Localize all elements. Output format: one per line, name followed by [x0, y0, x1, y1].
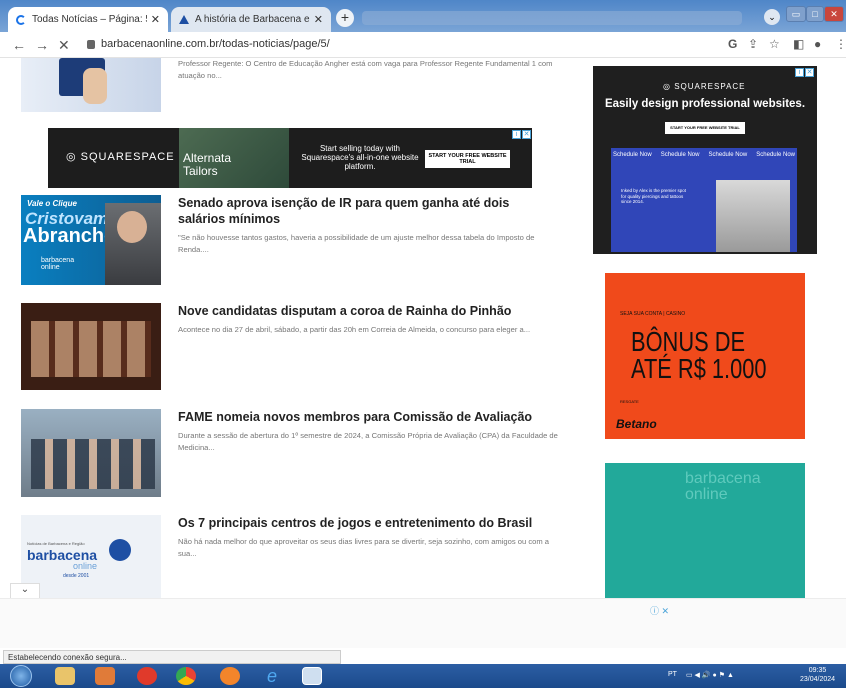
tab-label: Todas Notícias – Página: 5 – Barb [32, 14, 147, 25]
close-tab-icon[interactable]: ✕ [314, 13, 323, 26]
barbacena-teal-ad[interactable]: barbacena online [605, 463, 805, 598]
betano-small-text: SEJA SUA CONTA | CASINO [620, 311, 686, 317]
maximize-button[interactable]: □ [806, 6, 824, 22]
lock-icon[interactable] [87, 40, 95, 49]
squarespace-logo-icon: ◎ [66, 151, 81, 163]
article-thumbnail[interactable] [21, 58, 161, 112]
betano-ad[interactable]: SEJA SUA CONTA | CASINO BÔNUS DE ATÉ R$ … [605, 273, 805, 439]
office-icon[interactable] [95, 667, 115, 685]
back-icon[interactable]: ← [12, 37, 26, 53]
squarespace-logo: ◎ SQUARESPACE [66, 151, 175, 163]
tab-search-icon[interactable]: ⌄ [764, 9, 780, 25]
opera-icon[interactable] [137, 667, 157, 685]
ad-preview-photo [716, 180, 790, 252]
tab-label: A história de Barbacena em fotos [195, 14, 310, 25]
betano-logo: Betano [616, 417, 657, 431]
close-ad-icon[interactable]: ✕ [522, 130, 531, 139]
adchoices-icon[interactable]: i [512, 130, 521, 139]
stop-loading-icon[interactable]: ✕ [58, 37, 70, 54]
close-window-button[interactable]: ✕ [824, 6, 844, 22]
ad-photo: Alternata Tailors [179, 128, 289, 188]
google-translate-icon[interactable]: G [728, 37, 737, 51]
start-trial-button[interactable]: START YOUR FREE WEBSITE TRIAL [665, 122, 745, 134]
article-excerpt: Professor Regente: O Centro de Educação … [178, 59, 553, 80]
close-ad-icon[interactable]: ✕ [805, 68, 814, 77]
article-excerpt: Acontece no dia 27 de abril, sábado, a p… [178, 325, 531, 334]
site-favicon-icon [179, 15, 189, 24]
file-explorer-icon[interactable] [55, 667, 75, 685]
collapse-ad-button[interactable]: ⌄ [10, 583, 40, 599]
article-excerpt: "Se não houvesse tantos gastos, haveria … [178, 233, 535, 254]
share-icon[interactable]: ⇪ [748, 37, 758, 51]
sidebar-icon[interactable]: ◧ [793, 37, 804, 51]
start-trial-button[interactable]: START YOUR FREE WEBSITE TRIAL [425, 150, 510, 168]
article-title[interactable]: Senado aprova isenção de IR para quem ga… [178, 195, 558, 227]
article-excerpt: Não há nada melhor do que aproveitar os … [178, 537, 550, 558]
tab-todas-noticias[interactable]: Todas Notícias – Página: 5 – Barb ✕ [8, 7, 168, 32]
system-tray-icons[interactable]: ▭ ◀ 🔊 ● ⚑ ▲ [686, 671, 734, 679]
chrome-icon[interactable] [176, 667, 196, 685]
ad-preview-nav: Schedule Now Schedule Now Schedule Now S… [613, 152, 795, 158]
forward-icon[interactable]: → [35, 37, 49, 53]
ad-preview-copy: Inked by Alex is the premier spot for qu… [621, 188, 687, 204]
browser-toolbar: ← → ✕ barbacenaonline.com.br/todas-notic… [0, 32, 846, 58]
betano-mini-text: RESGATE [620, 399, 639, 404]
ad-headline: Easily design professional websites. [604, 98, 806, 110]
article-thumbnail[interactable]: Notícias de Barbacena e Região barbacena… [21, 515, 161, 598]
address-bar[interactable]: barbacenaonline.com.br/todas-noticias/pa… [101, 38, 330, 50]
start-button[interactable] [10, 665, 32, 687]
internet-explorer-icon[interactable]: e [262, 667, 282, 685]
blurred-tabs [362, 11, 742, 25]
betano-headline: BÔNUS DE ATÉ R$ 1.000 [631, 326, 767, 384]
article-title[interactable]: Nove candidatas disputam a coroa de Rain… [178, 303, 558, 319]
windows-taskbar: e PT ▭ ◀ 🔊 ● ⚑ ▲ 09:35 23/04/2024 [0, 664, 846, 688]
minimize-button[interactable]: ▭ [786, 6, 806, 22]
ad-preview-panel: Schedule Now Schedule Now Schedule Now S… [611, 148, 797, 252]
article-title[interactable]: Os 7 principais centros de jogos e entre… [178, 515, 558, 531]
ad-headline: Start selling today with Squarespace's a… [301, 144, 419, 171]
loading-spinner-icon [16, 14, 26, 25]
squarespace-banner-ad[interactable]: ◎ SQUARESPACE Alternata Tailors Start se… [48, 128, 532, 188]
clock[interactable]: 09:35 23/04/2024 [800, 666, 835, 684]
page-content: Professor Regente: O Centro de Educação … [0, 58, 846, 598]
adchoices-icon[interactable]: ⓘ ✕ [650, 604, 669, 617]
new-tab-button[interactable]: + [336, 9, 354, 27]
article-title[interactable]: FAME nomeia novos membros para Comissão … [178, 409, 558, 425]
adchoices-icon[interactable]: i [795, 68, 804, 77]
browser-tab-strip: Todas Notícias – Página: 5 – Barb ✕ A hi… [0, 0, 846, 32]
squarespace-logo-icon: ◎ [663, 82, 675, 91]
profile-icon[interactable]: ● [814, 37, 821, 51]
bottom-anchor-ad: ⓘ ✕ [0, 598, 846, 648]
paint-icon[interactable] [302, 667, 322, 685]
squarespace-side-ad[interactable]: ◎ SQUARESPACE Easily design professional… [593, 66, 817, 254]
firefox-icon[interactable] [220, 667, 240, 685]
tab-historia-barbacena[interactable]: A história de Barbacena em fotos ✕ [171, 7, 331, 32]
article-thumbnail[interactable] [21, 303, 161, 390]
teal-ad-text: barbacena online [685, 470, 761, 503]
squarespace-logo: ◎ SQUARESPACE [663, 82, 746, 91]
article-thumbnail[interactable] [21, 409, 161, 497]
language-indicator[interactable]: PT [668, 671, 677, 678]
status-bar: Estabelecendo conexão segura... [3, 650, 341, 664]
article-thumbnail[interactable]: Vale o Clique Cristovam Abranches barbac… [21, 195, 161, 285]
menu-icon[interactable]: ⋮ [835, 37, 846, 51]
bookmark-star-icon[interactable]: ☆ [769, 37, 780, 51]
article-excerpt: Durante a sessão de abertura do 1º semes… [178, 431, 558, 452]
close-tab-icon[interactable]: ✕ [151, 13, 160, 26]
